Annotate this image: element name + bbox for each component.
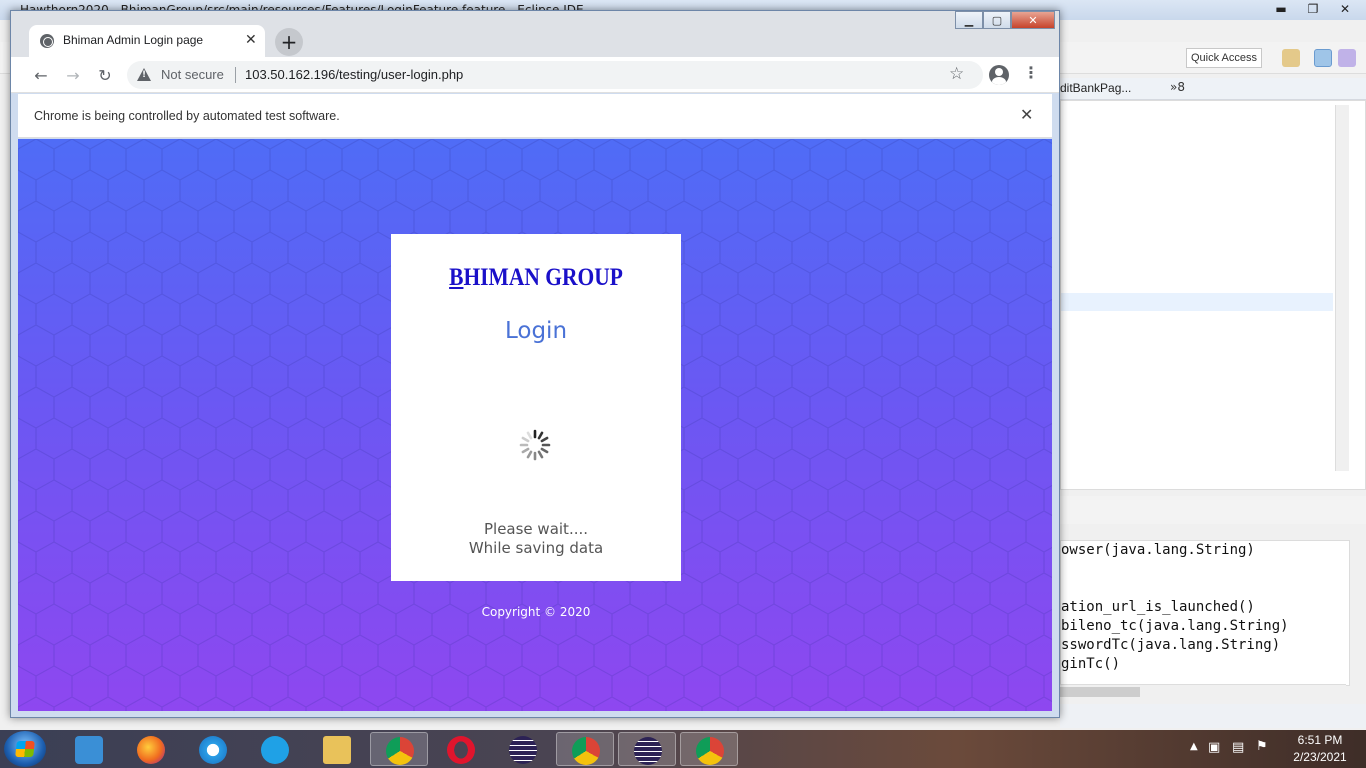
url-text[interactable]: 103.50.162.196/testing/user-login.php [245,67,463,82]
start-button[interactable] [4,731,46,767]
chrome-window: ▁ ▢ ✕ Bhiman Admin Login page ✕ + ← → ↻ … [10,10,1060,718]
editor-scrollbar[interactable] [1335,105,1349,471]
address-bar[interactable]: Not secure 103.50.162.196/testing/user-l… [127,61,983,89]
loading-spinner-icon [519,429,551,461]
infobar-message: Chrome is being controlled by automated … [34,109,340,123]
console-line: bileno_tc(java.lang.String) [1061,618,1289,634]
chrome-menu-icon[interactable]: ⋮ [1023,63,1039,82]
console-line: ginTc() [1061,656,1121,672]
saving-message: While saving data [468,539,604,557]
eclipse-icon [509,736,537,764]
minimize-button[interactable]: ▁ [955,11,983,29]
console-toolbar [1060,496,1366,524]
opera-icon [447,736,475,764]
copyright-text: Copyright © 2020 [481,605,591,619]
chrome-icon [386,737,414,765]
security-status[interactable]: Not secure [161,67,224,82]
taskbar-file-explorer[interactable] [308,732,366,766]
quick-access-field[interactable]: Quick Access [1186,48,1262,68]
current-line-highlight [1061,293,1333,311]
taskbar-chrome[interactable] [370,732,428,766]
close-window-button[interactable]: ✕ [1011,11,1055,29]
java-perspective-icon[interactable] [1338,49,1356,67]
editor-tab[interactable]: ditBankPag... [1060,81,1131,95]
eclipse-icon [634,737,662,765]
clock-date[interactable]: 2/23/2021 [1280,750,1360,764]
console-line: owser(java.lang.String) [1061,542,1255,558]
show-hidden-icons[interactable]: ▲ [1190,741,1198,752]
taskbar-skype[interactable] [246,732,304,766]
back-arrow-icon[interactable]: ← [31,65,51,85]
taskbar-media-player[interactable] [60,732,118,766]
device-icon[interactable]: ▣ [1208,740,1220,755]
close-tab-icon[interactable]: ✕ [245,32,257,48]
action-center-flag-icon[interactable]: ⚑ [1256,739,1268,754]
media-player-icon [75,736,103,764]
open-perspective-icon[interactable] [1282,49,1300,67]
browser-toolbar: ← → ↻ Not secure 103.50.162.196/testing/… [11,57,1059,93]
login-page: BHIMAN GROUP Login Please wait.... While… [18,139,1052,711]
more-tabs-indicator[interactable]: »8 [1170,80,1185,94]
debug-perspective-icon[interactable] [1314,49,1332,67]
internet-explorer-icon [199,736,227,764]
scrollbar-thumb[interactable] [1060,687,1140,697]
windows-taskbar: ▲ ▣ ▤ ⚑ [0,730,1366,768]
eclipse-minimize-button[interactable]: ▬ [1266,0,1296,18]
console-horizontal-scrollbar[interactable] [1060,684,1346,698]
brand-name: HIMAN GROUP [463,264,623,291]
clock-time[interactable]: 6:51 PM [1280,733,1360,747]
taskbar-firefox[interactable] [122,732,180,766]
eclipse-close-button[interactable]: ✕ [1330,0,1360,18]
skype-icon [261,736,289,764]
firefox-icon [137,736,165,764]
globe-icon [40,34,54,48]
tab-title: Bhiman Admin Login page [63,33,204,47]
infobar-close-icon[interactable]: ✕ [1020,105,1033,124]
eclipse-status-bar [1060,704,1366,728]
chrome-window-controls: ▁ ▢ ✕ [955,11,1055,29]
profile-avatar-icon[interactable] [989,65,1009,85]
taskbar-chrome[interactable] [680,732,738,766]
chrome-icon [696,737,724,765]
brand-initial: B [449,264,464,291]
brand-logo: BHIMAN GROUP [411,264,660,292]
forward-arrow-icon[interactable]: → [63,65,83,85]
login-card: BHIMAN GROUP Login Please wait.... While… [391,234,681,581]
new-tab-button[interactable]: + [275,28,303,56]
network-icon[interactable]: ▤ [1232,740,1244,755]
bookmark-star-icon[interactable]: ☆ [949,64,964,84]
chrome-icon [572,737,600,765]
console-line: sswordTc(java.lang.String) [1061,637,1281,653]
eclipse-restore-button[interactable]: ❐ [1298,0,1328,18]
warning-icon[interactable] [137,68,151,81]
console-line: ation_url_is_launched() [1061,599,1255,615]
editor-tab-strip: ditBankPag... »8 [1060,78,1366,100]
editor-pane [1060,100,1366,490]
wait-message: Please wait.... [483,520,589,538]
folder-icon [323,736,351,764]
browser-tab[interactable]: Bhiman Admin Login page ✕ [29,25,265,57]
automation-infobar: Chrome is being controlled by automated … [18,94,1052,138]
login-heading: Login [504,318,568,344]
taskbar-internet-explorer[interactable] [184,732,242,766]
taskbar-eclipse[interactable] [618,732,676,766]
taskbar-chrome[interactable] [556,732,614,766]
reload-icon[interactable]: ↻ [95,65,115,85]
taskbar-opera[interactable] [432,732,490,766]
taskbar-eclipse[interactable] [494,732,552,766]
maximize-button[interactable]: ▢ [983,11,1011,29]
url-separator [235,67,236,83]
eclipse-window-controls: ▬ ❐ ✕ [1266,0,1360,18]
console-output: owser(java.lang.String) ation_url_is_lau… [1060,540,1350,686]
